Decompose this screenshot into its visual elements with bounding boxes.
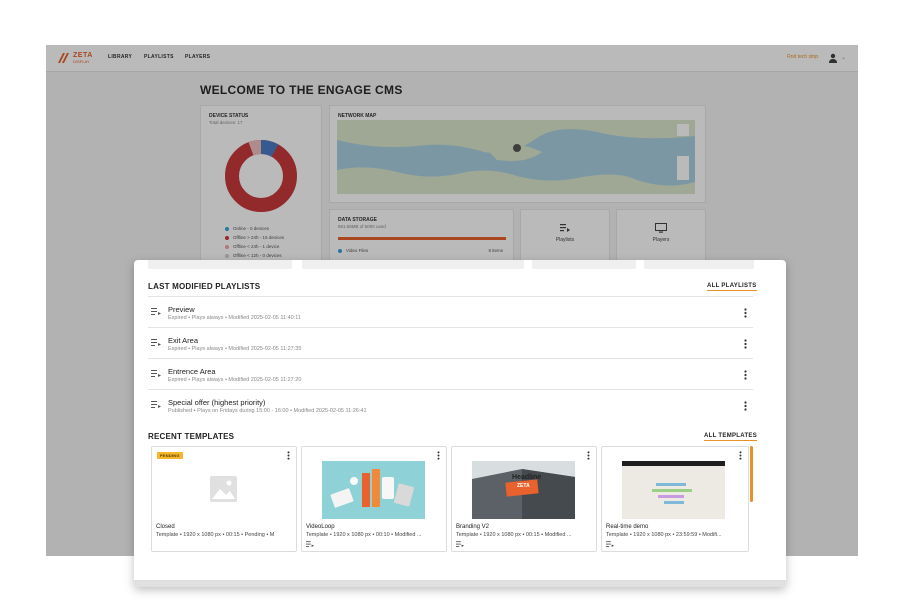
templates-scrollbar[interactable]	[750, 446, 753, 502]
status-badge: PENDING	[157, 452, 183, 459]
template-card[interactable]: VideoLoop Template • 1920 x 1080 px • 00…	[301, 446, 447, 552]
template-meta: Template • 1920 x 1080 px • 00:15 • Modi…	[456, 532, 572, 538]
template-thumbnail	[622, 461, 725, 519]
building-artwork	[472, 461, 575, 519]
more-options-icon[interactable]	[744, 401, 747, 411]
template-name: Branding V2	[456, 524, 490, 530]
template-name: Real-time demo	[606, 524, 649, 530]
template-name: Closed	[156, 524, 175, 530]
playlist-icon	[456, 541, 464, 547]
template-thumbnail	[172, 461, 275, 519]
video-loop-artwork	[322, 461, 425, 519]
all-templates-link[interactable]: ALL TEMPLATES	[704, 433, 758, 441]
playlist-icon	[306, 541, 314, 547]
playlist-meta: Expired • Plays always • Modified 2025-0…	[168, 315, 301, 321]
playlist-row[interactable]: Entrence Area Expired • Plays always • M…	[148, 358, 753, 389]
playlist-meta: Expired • Plays always • Modified 2025-0…	[168, 346, 302, 352]
templates-section-title: RECENT TEMPLATES	[148, 432, 235, 441]
playlist-name: Special offer (highest priority)	[168, 398, 266, 407]
template-name: VideoLoop	[306, 524, 335, 530]
image-placeholder-icon	[210, 476, 237, 502]
thumbnail-logo-text: ZETA	[517, 483, 530, 489]
playlists-section-title: LAST MODIFIED PLAYLISTS	[148, 282, 261, 291]
more-options-icon[interactable]	[744, 339, 747, 349]
playlist-meta: Expired • Plays always • Modified 2025-0…	[168, 377, 302, 383]
more-options-icon[interactable]	[739, 451, 742, 460]
template-meta: Template • 1920 x 1080 px • 00:10 • Modi…	[306, 532, 422, 538]
template-thumbnail	[322, 461, 425, 519]
playlist-name: Preview	[168, 305, 195, 314]
template-meta: Template • 1920 x 1080 px • 00:15 • Pend…	[156, 532, 275, 538]
playlist-row[interactable]: Preview Expired • Plays always • Modifie…	[148, 296, 753, 327]
playlist-row[interactable]: Special offer (highest priority) Publish…	[148, 389, 753, 420]
more-options-icon[interactable]	[287, 451, 290, 460]
more-options-icon[interactable]	[744, 308, 747, 318]
card-placeholder	[532, 260, 636, 269]
card-placeholder	[302, 260, 524, 269]
more-options-icon[interactable]	[587, 451, 590, 460]
playlist-icon	[151, 339, 161, 346]
template-meta: Template • 1920 x 1080 px • 23:59:59 • M…	[606, 532, 722, 538]
dashboard-lower-panel: LAST MODIFIED PLAYLISTS ALL PLAYLISTS Pr…	[134, 260, 786, 587]
template-card[interactable]: Headline ZETA Branding V2 Template • 192…	[451, 446, 597, 552]
template-thumbnail: Headline ZETA	[472, 461, 575, 519]
playlist-icon	[151, 401, 161, 408]
playlist-row[interactable]: Exit Area Expired • Plays always • Modif…	[148, 327, 753, 358]
realtime-demo-artwork	[622, 461, 725, 519]
playlist-icon	[151, 308, 161, 315]
playlist-icon	[151, 370, 161, 377]
template-card[interactable]: PENDING Closed Template • 1920 x 1080 px…	[151, 446, 297, 552]
card-placeholder	[148, 260, 292, 269]
more-options-icon[interactable]	[744, 370, 747, 380]
playlist-meta: Published • Plays on Fridays during 15:0…	[168, 408, 367, 414]
thumbnail-headline-text: Headline	[512, 474, 542, 481]
panel-horizontal-scrollbar[interactable]	[134, 580, 786, 587]
playlist-icon	[606, 541, 614, 547]
playlist-name: Entrence Area	[168, 367, 216, 376]
template-card[interactable]: Real-time demo Template • 1920 x 1080 px…	[601, 446, 749, 552]
playlist-name: Exit Area	[168, 336, 199, 345]
more-options-icon[interactable]	[437, 451, 440, 460]
card-placeholder	[644, 260, 754, 269]
all-playlists-link[interactable]: ALL PLAYLISTS	[707, 283, 757, 291]
